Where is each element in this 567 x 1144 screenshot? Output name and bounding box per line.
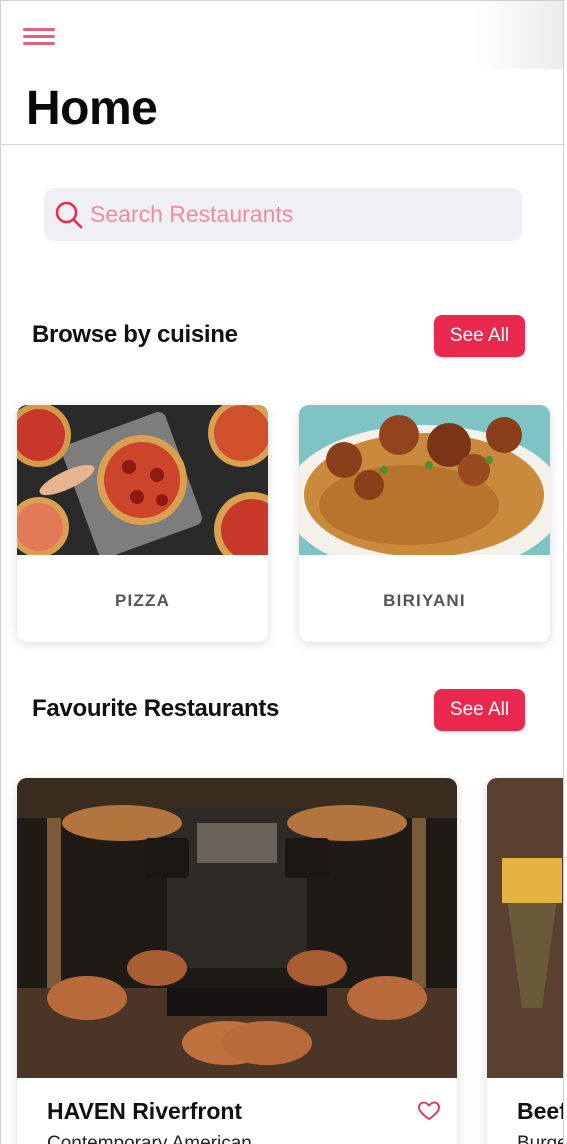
search-icon (55, 201, 83, 228)
restaurant-cuisine: Burger (517, 1133, 563, 1144)
restaurant-interior-photo (17, 778, 457, 1078)
cuisine-card-biriyani[interactable]: BIRIYANI (299, 405, 550, 642)
favourites-section-title: Favourite Restaurants (32, 695, 280, 722)
restaurant-card-haven[interactable]: HAVEN Riverfront Contemporary American (17, 778, 457, 1144)
cuisine-label: PIZZA (114, 591, 171, 610)
page-title: Home (26, 82, 158, 135)
cuisine-card-pizza[interactable]: PIZZA (17, 405, 268, 642)
fries-photo (487, 778, 563, 1078)
restaurant-name: HAVEN Riverfront (47, 1098, 243, 1124)
cuisine-section-title: Browse by cuisine (32, 321, 238, 348)
pizza-photo (17, 405, 268, 555)
search-input[interactable] (90, 201, 490, 228)
header-divider (1, 144, 563, 145)
heart-outline-icon[interactable] (417, 1098, 441, 1122)
restaurant-card-beef[interactable]: Beef Burger (487, 778, 564, 1144)
header-edge-shadow (473, 1, 563, 69)
app-screen: Home Browse by cuisine See All PIZZA (0, 0, 564, 1144)
hamburger-menu-icon[interactable] (23, 26, 55, 48)
search-bar[interactable] (44, 188, 522, 241)
cuisine-see-all-button[interactable]: See All (434, 315, 525, 357)
biriyani-photo (299, 405, 550, 555)
restaurant-name: Beef (517, 1098, 564, 1124)
cuisine-label: BIRIYANI (383, 591, 466, 610)
restaurant-cuisine: Contemporary American (47, 1133, 252, 1144)
favourites-see-all-button[interactable]: See All (434, 689, 525, 731)
